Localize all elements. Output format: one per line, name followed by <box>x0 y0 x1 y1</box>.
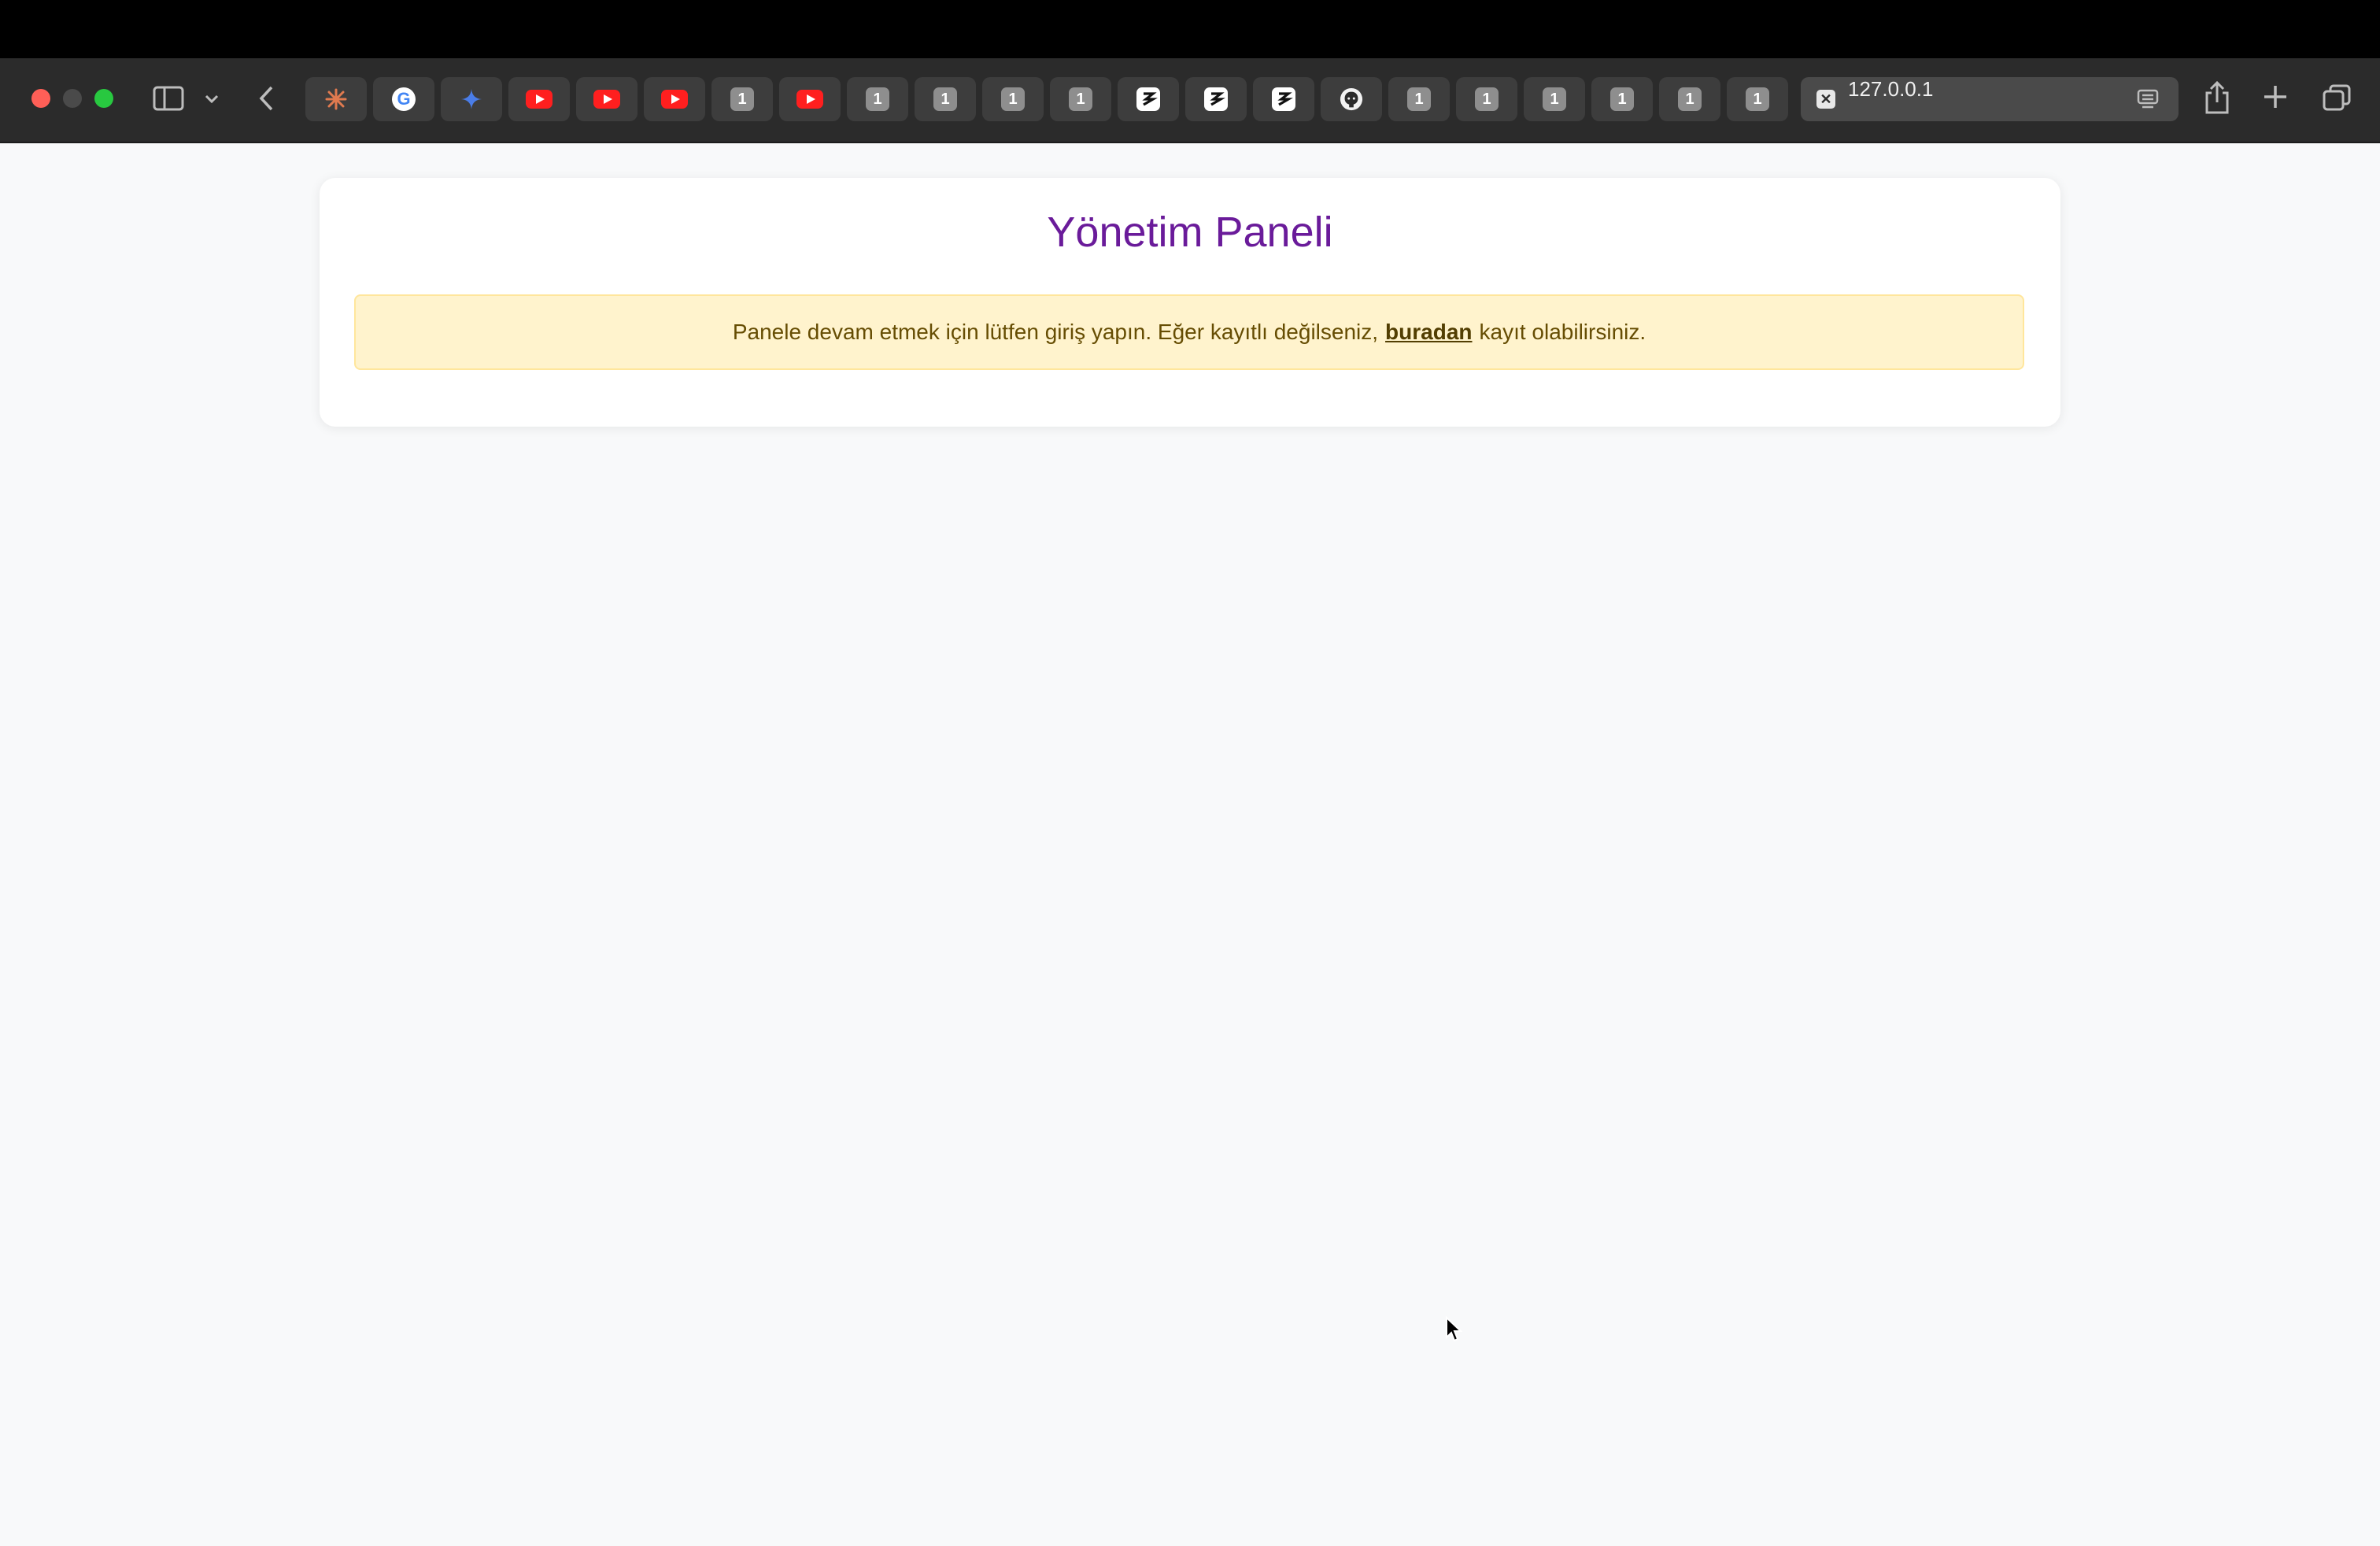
app-logo-icon <box>1136 87 1160 111</box>
app-logo-icon <box>1204 87 1228 111</box>
browser-tab[interactable]: 1 <box>1050 77 1111 121</box>
browser-tab[interactable] <box>441 77 502 121</box>
alert-text-after: kayıt olabilirsiniz. <box>1479 320 1646 344</box>
app-logo-icon <box>1272 87 1295 111</box>
page-title: Yönetim Paneli <box>1047 209 1333 256</box>
alert-text-before: Panele devam etmek için lütfen giriş yap… <box>732 320 1379 344</box>
claude-spark-icon <box>324 87 348 111</box>
address-text[interactable]: 127.0.0.1 <box>1848 77 1933 102</box>
sidebar-toggle-icon[interactable] <box>153 85 184 112</box>
new-tab-plus-icon[interactable] <box>2262 83 2289 110</box>
browser-tab[interactable] <box>1321 77 1382 121</box>
browser-tab[interactable]: G <box>373 77 434 121</box>
browser-tab[interactable] <box>1118 77 1179 121</box>
numbered-site-icon: 1 <box>1610 87 1634 111</box>
numbered-site-icon: 1 <box>866 87 889 111</box>
browser-tab[interactable]: 1 <box>1659 77 1720 121</box>
github-icon <box>1340 87 1363 111</box>
mouse-pointer-icon <box>1445 1315 1463 1347</box>
active-tab[interactable]: ✕ 127.0.0.1 <box>1801 77 2179 121</box>
window-close-button[interactable] <box>31 89 50 108</box>
youtube-icon <box>796 90 823 109</box>
browser-tab[interactable] <box>779 77 841 121</box>
browser-tab[interactable] <box>305 77 367 121</box>
login-warning-alert: Panele devam etmek için lütfen giriş yap… <box>354 294 2024 370</box>
numbered-site-icon: 1 <box>1407 87 1431 111</box>
numbered-site-icon: 1 <box>1678 87 1702 111</box>
menu-bar-strip <box>0 0 2380 58</box>
google-icon: G <box>392 87 416 111</box>
browser-tab[interactable] <box>508 77 570 121</box>
youtube-icon <box>661 90 688 109</box>
browser-tab[interactable]: 1 <box>1388 77 1450 121</box>
numbered-site-icon: 1 <box>1746 87 1769 111</box>
tab-overview-icon[interactable] <box>2322 83 2352 112</box>
reader-view-icon[interactable] <box>2136 88 2160 114</box>
window-minimize-button[interactable] <box>63 89 82 108</box>
numbered-site-icon: 1 <box>1069 87 1092 111</box>
browser-tab[interactable] <box>1253 77 1314 121</box>
browser-tab[interactable]: 1 <box>915 77 976 121</box>
close-tab-icon[interactable]: ✕ <box>1816 90 1835 109</box>
browser-tab[interactable]: 1 <box>1456 77 1517 121</box>
browser-tab[interactable]: 1 <box>711 77 773 121</box>
chevron-down-icon[interactable] <box>203 90 220 107</box>
browser-tab[interactable]: 1 <box>847 77 908 121</box>
numbered-site-icon: 1 <box>1543 87 1566 111</box>
browser-tab[interactable]: 1 <box>1727 77 1788 121</box>
browser-tab[interactable]: 1 <box>982 77 1044 121</box>
numbered-site-icon: 1 <box>1001 87 1025 111</box>
numbered-site-icon: 1 <box>1475 87 1499 111</box>
browser-tab[interactable] <box>576 77 638 121</box>
browser-tab[interactable]: 1 <box>1591 77 1653 121</box>
login-required-card: Yönetim Paneli Panele devam etmek için l… <box>320 178 2060 427</box>
window-maximize-button[interactable] <box>94 89 113 108</box>
browser-tab[interactable]: 1 <box>1524 77 1585 121</box>
share-icon[interactable] <box>2204 80 2230 115</box>
youtube-icon <box>526 90 552 109</box>
browser-tab[interactable] <box>1185 77 1247 121</box>
youtube-icon <box>593 90 620 109</box>
browser-tab[interactable] <box>644 77 705 121</box>
numbered-site-icon: 1 <box>730 87 754 111</box>
back-arrow-icon[interactable] <box>257 83 277 113</box>
gemini-sparkle-icon <box>460 87 483 111</box>
numbered-site-icon: 1 <box>933 87 957 111</box>
register-link[interactable]: buradan <box>1385 320 1472 345</box>
